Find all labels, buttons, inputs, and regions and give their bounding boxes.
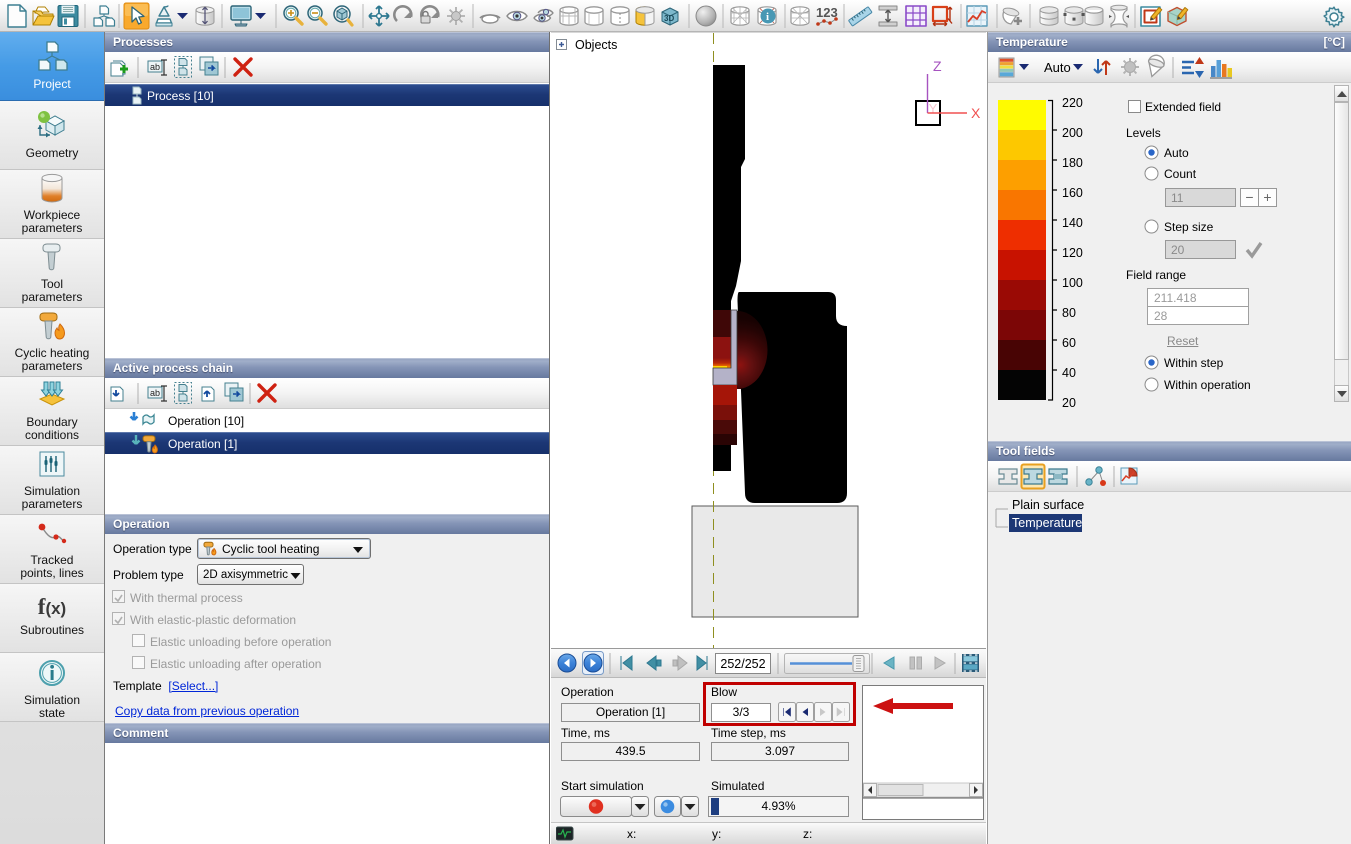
svg-text:60: 60 [1062, 336, 1076, 350]
svg-text:3D: 3D [664, 14, 674, 23]
svg-text:i: i [766, 11, 769, 23]
svg-text:123: 123 [816, 5, 838, 20]
svg-text:180: 180 [1062, 156, 1083, 170]
svg-text:X: X [971, 105, 981, 121]
svg-text:Objects: Objects [575, 38, 617, 52]
svg-text:ab: ab [150, 388, 160, 398]
svg-text:252/252: 252/252 [720, 657, 765, 671]
svg-text:20: 20 [1062, 396, 1076, 410]
svg-text:200: 200 [1062, 126, 1083, 140]
svg-text:Z: Z [933, 58, 942, 74]
svg-text:120: 120 [1062, 246, 1083, 260]
svg-text:140: 140 [1062, 216, 1083, 230]
svg-text:160: 160 [1062, 186, 1083, 200]
svg-text:Auto: Auto [1044, 60, 1071, 75]
svg-text:40: 40 [1062, 366, 1076, 380]
svg-text:80: 80 [1062, 306, 1076, 320]
svg-text:Y: Y [929, 101, 938, 116]
svg-text:ab: ab [150, 62, 160, 72]
svg-text:100: 100 [1062, 276, 1083, 290]
svg-text:220: 220 [1062, 96, 1083, 110]
